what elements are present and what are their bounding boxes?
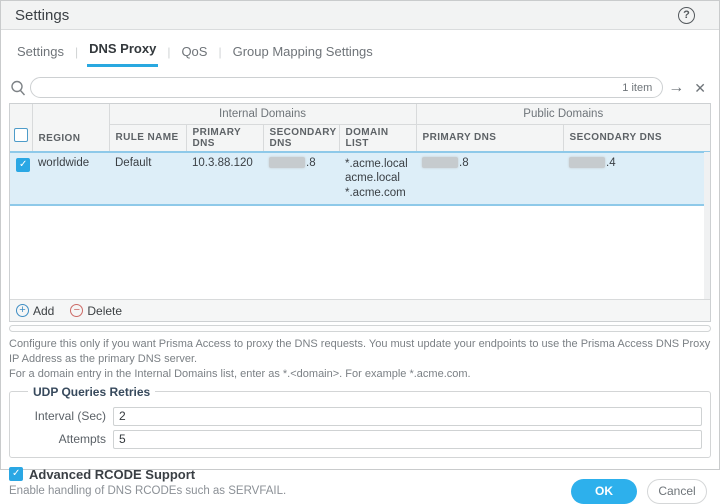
redacted-value [422,157,458,168]
cancel-button[interactable]: Cancel [647,479,707,504]
cell-rule-name: Default [109,152,186,205]
tab-bar: Settings | DNS Proxy | QoS | Group Mappi… [15,41,719,67]
row-checkbox[interactable] [16,158,30,172]
col-header-int-primary-dns[interactable]: PRIMARY DNS [186,124,263,152]
filter-input[interactable] [41,81,622,95]
redacted-value [269,157,305,168]
select-all-checkbox-cell [10,104,32,152]
tab-dns-proxy[interactable]: DNS Proxy [87,41,158,67]
attempts-label: Attempts [18,432,106,446]
table-footer: + Add − Delete [10,299,710,321]
udp-queries-retries-group: UDP Queries Retries Interval (Sec) Attem… [9,385,711,458]
add-button[interactable]: + Add [16,304,54,318]
col-header-pub-primary-dns[interactable]: PRIMARY DNS [416,124,563,152]
help-text-line2: For a domain entry in the Internal Domai… [9,367,711,382]
domain-entry: *.acme.com [345,186,410,200]
dns-proxy-table: REGION Internal Domains Public Domains R… [9,103,711,322]
udp-queries-retries-legend: UDP Queries Retries [28,385,155,399]
col-header-domain-list[interactable]: DOMAIN LIST [339,124,416,152]
col-header-region[interactable]: REGION [32,104,109,152]
cell-pub-primary-dns: .8 [416,152,563,205]
domain-entry: acme.local [345,171,410,185]
cell-int-secondary-dns: .8 [263,152,339,205]
interval-field[interactable] [113,407,702,426]
add-icon: + [16,304,29,317]
filter-bar: 1 item → ✕ [9,77,711,98]
table: REGION Internal Domains Public Domains R… [10,104,710,206]
action-buttons: OK Cancel [571,479,707,504]
cell-region: worldwide [32,152,109,205]
delete-button[interactable]: − Delete [70,304,122,318]
tab-divider: | [158,45,179,67]
attempts-field[interactable] [113,430,702,449]
attempts-row: Attempts [18,430,702,449]
apply-filter-arrow-icon[interactable]: → [663,80,689,96]
tab-qos[interactable]: QoS [179,44,209,67]
group-header-public-domains: Public Domains [416,104,710,124]
item-count: 1 item [622,82,652,94]
clear-filter-icon[interactable]: ✕ [689,81,711,95]
ok-button[interactable]: OK [571,479,637,504]
tab-settings[interactable]: Settings [15,44,66,67]
interval-row: Interval (Sec) [18,407,702,426]
col-header-rule-name[interactable]: RULE NAME [109,124,186,152]
tab-group-mapping-settings[interactable]: Group Mapping Settings [231,44,375,67]
settings-dialog: Settings ? Settings | DNS Proxy | QoS | … [0,0,720,470]
advanced-rcode-description: Enable handling of DNS RCODEs such as SE… [9,485,571,497]
tab-divider: | [66,45,87,67]
help-text-line1: Configure this only if you want Prisma A… [9,337,711,367]
delete-icon: − [70,304,83,317]
search-icon [9,79,27,97]
filter-input-pill: 1 item [30,77,663,98]
help-icon[interactable]: ? [678,7,695,24]
horizontal-scrollbar[interactable] [9,325,711,332]
col-header-int-secondary-dns[interactable]: SECONDARY DNS [263,124,339,152]
domain-entry: *.acme.local [345,157,410,171]
row-checkbox-cell [10,152,32,205]
vertical-scrollbar[interactable] [704,152,710,299]
interval-label: Interval (Sec) [18,409,106,423]
dialog-title: Settings [15,7,678,24]
group-header-internal-domains: Internal Domains [109,104,416,124]
cell-pub-secondary-dns: .4 [563,152,710,205]
cell-domain-list: *.acme.local acme.local *.acme.com [339,152,416,205]
advanced-rcode-label: Advanced RCODE Support [29,467,195,482]
table-empty-area [10,206,710,299]
titlebar: Settings ? [1,1,719,30]
help-text: Configure this only if you want Prisma A… [9,337,711,382]
advanced-rcode-checkbox[interactable] [9,467,23,481]
tab-divider: | [209,45,230,67]
col-header-pub-secondary-dns[interactable]: SECONDARY DNS [563,124,710,152]
select-all-checkbox[interactable] [14,128,28,142]
advanced-rcode-section: Advanced RCODE Support Enable handling o… [9,467,571,497]
cell-int-primary-dns: 10.3.88.120 [186,152,263,205]
redacted-value [569,157,605,168]
table-row-worldwide[interactable]: worldwide Default 10.3.88.120 .8 *.acme.… [10,152,710,205]
bottom-bar: Advanced RCODE Support Enable handling o… [9,467,711,504]
